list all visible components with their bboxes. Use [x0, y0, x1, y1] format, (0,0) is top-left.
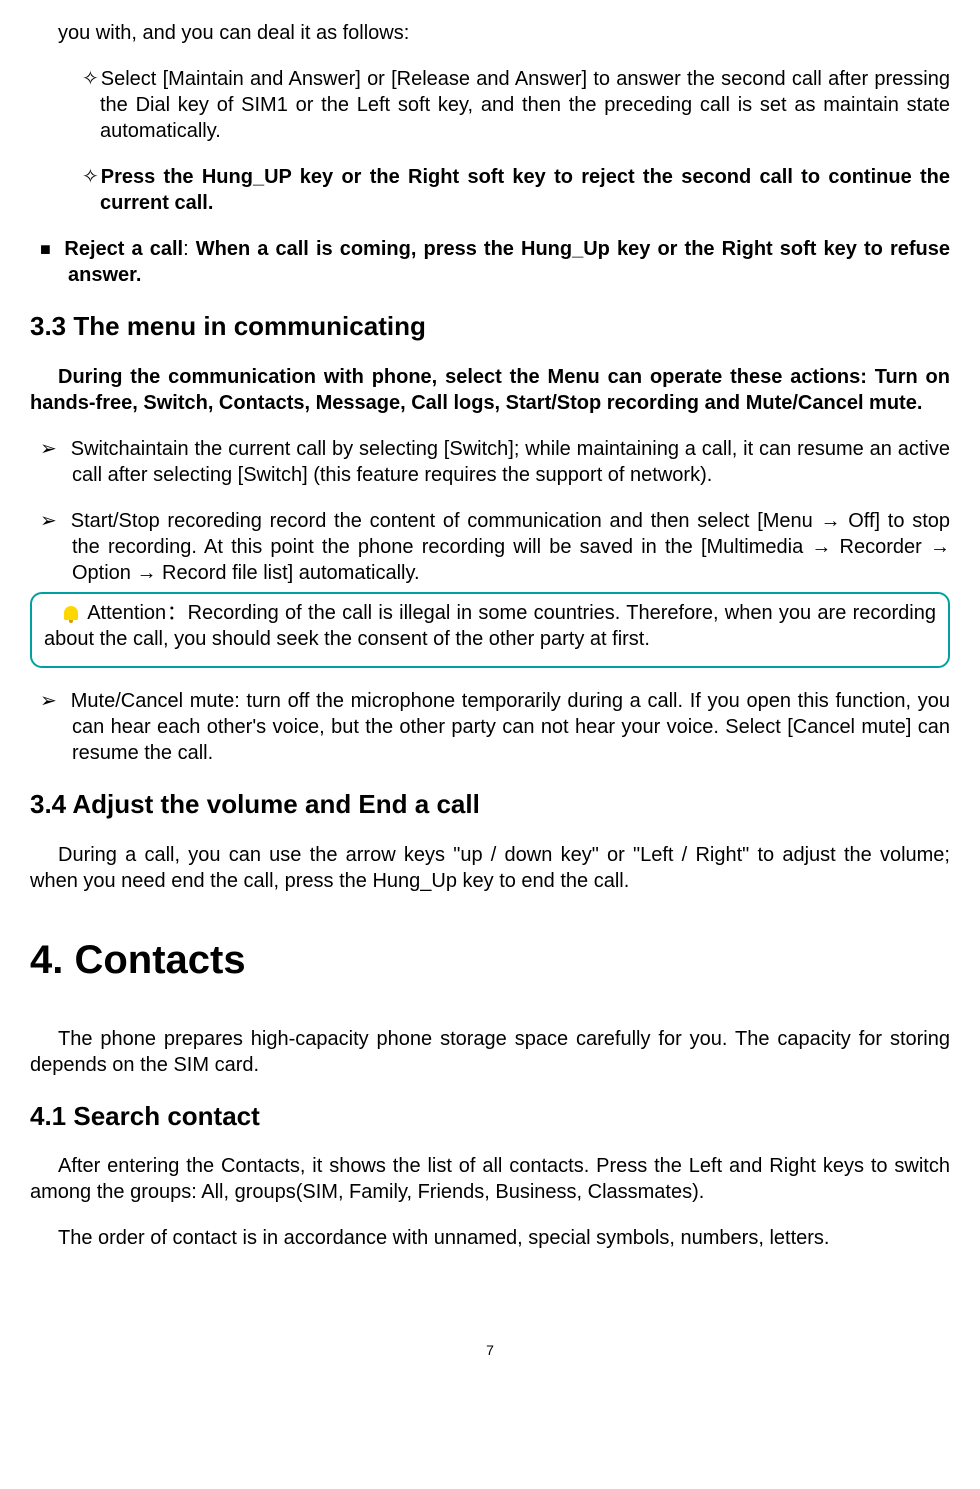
arrow-icon: ➢ [40, 438, 57, 460]
page-number: 7 [30, 1341, 950, 1359]
paragraph-4-1-b: The order of contact is in accordance wi… [30, 1225, 950, 1251]
square-label: Reject a call [64, 238, 183, 260]
paragraph-4: The phone prepares high-capacity phone s… [30, 1026, 950, 1078]
arrow-text: Mute/Cancel mute: turn off the microphon… [71, 690, 950, 764]
arrow-item-mute: ➢ Mute/Cancel mute: turn off the micropho… [40, 688, 950, 766]
heading-3-3: 3.3 The menu in communicating [30, 310, 950, 344]
arrow-item-record: ➢ Start/Stop recoreding record the conten… [40, 508, 950, 586]
diamond-item-text: Select [Maintain and Answer] or [Release… [100, 68, 950, 142]
attention-label: Attention： [87, 602, 187, 624]
paragraph-3-4: During a call, you can use the arrow key… [30, 842, 950, 894]
square-item-reject: ■ Reject a call: When a call is coming, p… [40, 236, 950, 288]
arrow-icon: ➢ [40, 510, 57, 532]
diamond-item-text: Press the Hung_UP key or the Right soft … [100, 166, 950, 214]
diamond-item-2: ✧Press the Hung_UP key or the Right soft… [58, 164, 950, 216]
arrow-text: Switchaintain the current call by select… [71, 438, 950, 486]
heading-4-1: 4.1 Search contact [30, 1100, 950, 1134]
diamond-icon: ✧ [82, 68, 99, 90]
square-sep: : [183, 238, 196, 260]
heading-4: 4. Contacts [30, 934, 950, 986]
heading-3-4: 3.4 Adjust the volume and End a call [30, 788, 950, 822]
arrow-icon: ➢ [40, 690, 57, 712]
arrow-item-switch: ➢ Switchaintain the current call by selec… [40, 436, 950, 488]
arrow-text: Start/Stop recoreding record the content… [71, 510, 950, 584]
square-bold-rest: When a call is coming, press the Hung_Up… [68, 238, 950, 286]
diamond-icon: ✧ [82, 166, 99, 188]
attention-box: Attention：Recording of the call is illeg… [30, 592, 950, 668]
continued-text: you with, and you can deal it as follows… [58, 20, 950, 46]
paragraph-4-1-a: After entering the Contacts, it shows th… [30, 1153, 950, 1205]
paragraph-3-3-text: During the communication with phone, sel… [30, 366, 950, 414]
square-icon: ■ [40, 239, 52, 259]
bell-icon [64, 606, 78, 620]
paragraph-3-3: During the communication with phone, sel… [30, 364, 950, 416]
diamond-item-1: ✧Select [Maintain and Answer] or [Releas… [58, 66, 950, 144]
